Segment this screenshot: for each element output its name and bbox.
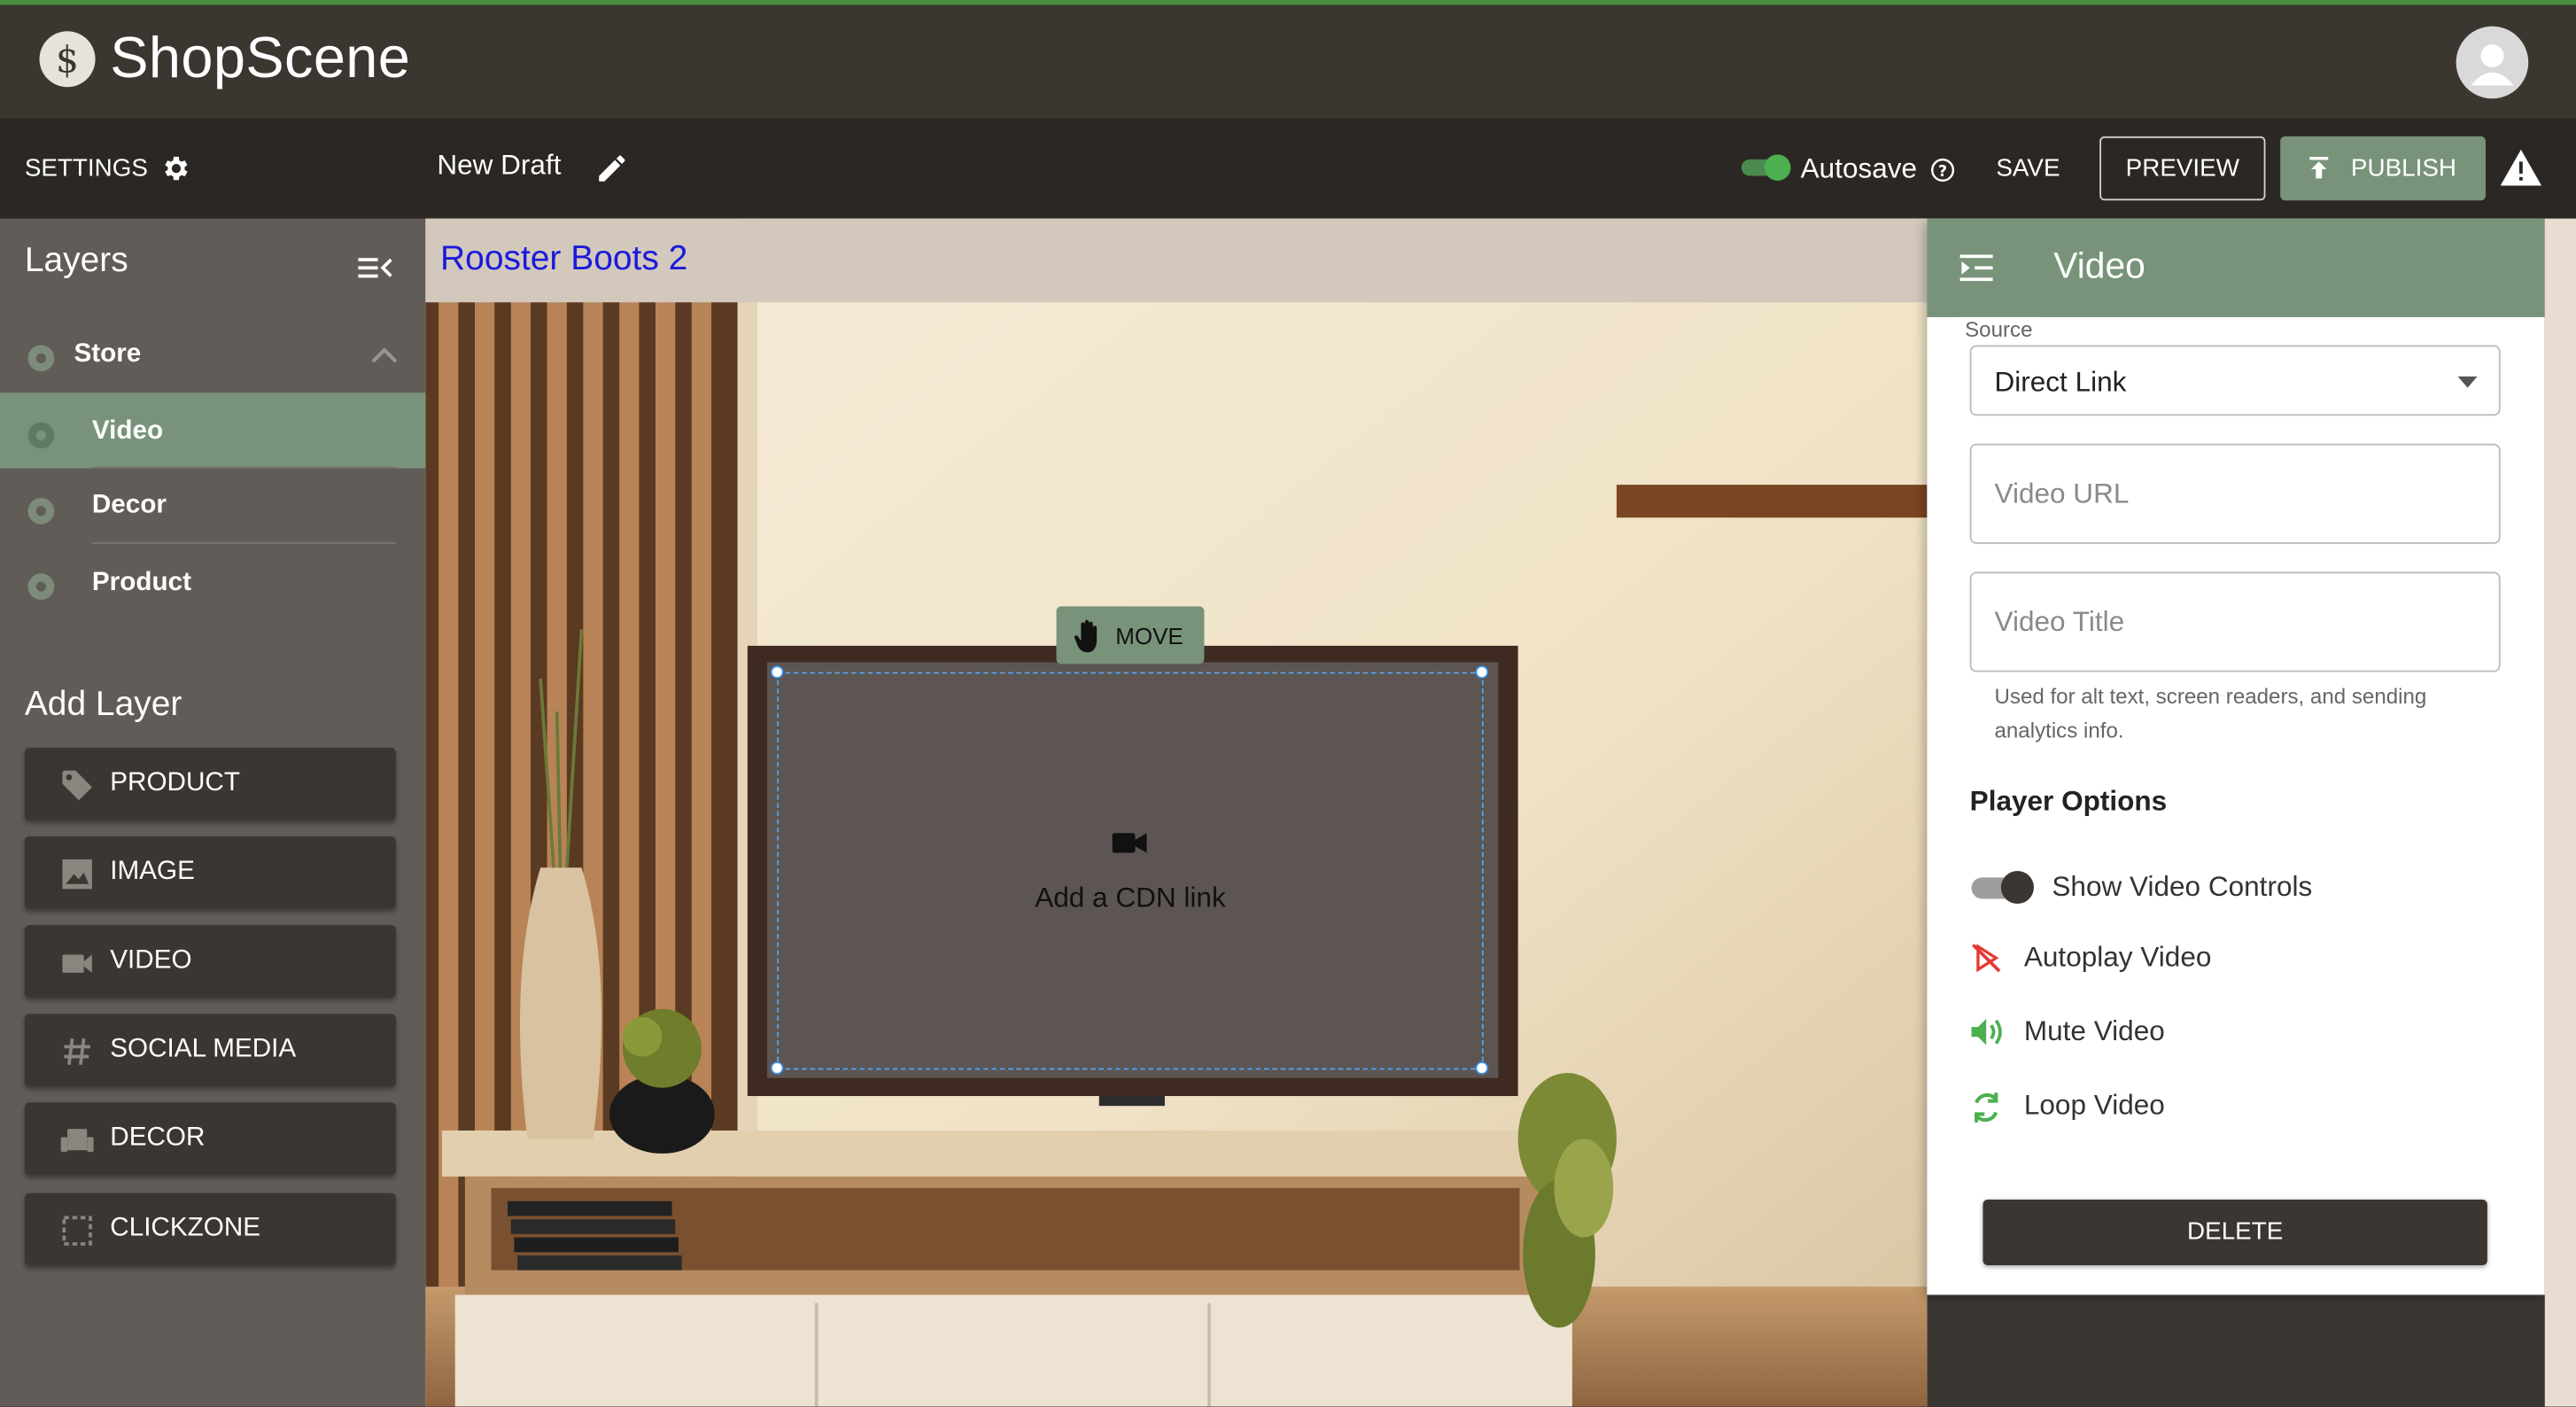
resize-handle-bottom-right[interactable] [1475, 1061, 1489, 1075]
autosave-label: Autosave [1800, 152, 1918, 184]
move-label: MOVE [1115, 622, 1183, 649]
resize-handle-bottom-left[interactable] [770, 1061, 784, 1075]
scrollbar[interactable] [2544, 218, 2576, 1407]
publish-icon [2307, 154, 2332, 181]
autoplay-label: Autoplay Video [2023, 941, 2212, 973]
add-social-media-button[interactable]: SOCIAL MEDIA [24, 1014, 396, 1086]
add-image-button[interactable]: IMAGE [24, 836, 396, 909]
layer-label: Product [91, 568, 191, 597]
resize-handle-top-left[interactable] [770, 665, 784, 679]
loop-label: Loop Video [2023, 1089, 2165, 1121]
panel-menu-icon[interactable] [1959, 253, 1997, 283]
add-button-label: PRODUCT [110, 768, 240, 797]
image-icon [61, 858, 94, 890]
scene-title[interactable]: Rooster Boots 2 [440, 240, 687, 280]
dropdown-arrow-icon [2457, 376, 2478, 388]
brand-name: ShopScene [110, 26, 411, 91]
eye-icon[interactable] [27, 421, 56, 450]
video-element-selection[interactable] [777, 672, 1484, 1070]
layer-label: Video [91, 417, 164, 446]
source-value: Direct Link [1994, 366, 2127, 398]
help-icon[interactable]: ? [1930, 158, 1955, 183]
logo-icon: $ [39, 31, 96, 88]
source-label: Source [1958, 316, 2039, 342]
video-title-input[interactable]: Video Title [1969, 571, 2501, 672]
player-options-title: Player Options [1969, 785, 2168, 817]
save-button[interactable]: SAVE [1996, 154, 2060, 183]
collapse-menu-icon[interactable] [358, 254, 392, 281]
add-decor-button[interactable]: DECOR [24, 1102, 396, 1176]
svg-text:?: ? [1938, 163, 1947, 181]
panel-header [1927, 218, 2545, 317]
hand-icon [1073, 618, 1106, 654]
eye-icon[interactable] [27, 344, 56, 373]
layer-item-product[interactable]: Product [0, 544, 425, 619]
add-video-button[interactable]: VIDEO [24, 925, 396, 998]
panel-title: Video [2053, 245, 2145, 286]
move-handle[interactable]: MOVE [1056, 606, 1205, 665]
add-button-label: SOCIAL MEDIA [110, 1035, 297, 1063]
layer-item-video[interactable]: Video [0, 393, 426, 469]
tag-icon [61, 769, 94, 802]
svg-text:$: $ [56, 39, 79, 82]
source-select[interactable]: Direct Link [1969, 345, 2501, 416]
app-root: $ ShopScene SETTINGS New Draft Autosave … [0, 0, 2576, 1407]
layers-title: Layers [24, 241, 128, 280]
video-url-input[interactable]: Video URL [1969, 443, 2501, 544]
show-controls-toggle[interactable] [1970, 869, 2039, 906]
hashtag-icon [61, 1035, 94, 1068]
publish-button[interactable]: PUBLISH [2280, 136, 2487, 201]
video-title-placeholder: Video Title [1994, 606, 2125, 638]
videocam-icon [1112, 830, 1149, 857]
helper-text: Used for alt text, screen readers, and s… [1994, 683, 2427, 743]
layer-label: Decor [91, 491, 167, 520]
add-button-label: VIDEO [110, 946, 192, 975]
warning-icon[interactable] [2500, 149, 2542, 186]
show-controls-label: Show Video Controls [2052, 870, 2313, 903]
layer-label: Store [74, 339, 142, 369]
layer-item-decor[interactable]: Decor [0, 469, 425, 544]
resize-handle-top-right[interactable] [1475, 665, 1489, 679]
autoplay-off-icon[interactable] [1970, 942, 2003, 975]
settings-button[interactable]: SETTINGS [25, 154, 148, 183]
add-layer-title: Add Layer [24, 685, 182, 724]
add-button-label: CLICKZONE [110, 1214, 261, 1243]
sofa-icon [60, 1124, 94, 1157]
volume-icon[interactable] [1970, 1015, 2006, 1048]
eye-icon[interactable] [27, 571, 56, 601]
pencil-icon[interactable] [594, 152, 629, 186]
delete-button[interactable]: DELETE [1982, 1199, 2487, 1266]
settings-label: SETTINGS [24, 154, 148, 183]
video-placeholder-text: Add a CDN link [1035, 882, 1226, 914]
mute-label: Mute Video [2023, 1015, 2165, 1047]
dashed-square-icon [61, 1215, 94, 1248]
add-clickzone-button[interactable]: CLICKZONE [24, 1193, 396, 1266]
add-button-label: IMAGE [110, 858, 195, 886]
gear-icon[interactable] [159, 152, 190, 183]
loop-icon[interactable] [1970, 1090, 2003, 1126]
avatar[interactable] [2456, 26, 2529, 99]
add-button-label: DECOR [110, 1123, 206, 1153]
publish-label: PUBLISH [2350, 154, 2457, 183]
eye-icon[interactable] [27, 496, 56, 525]
videocam-icon [61, 946, 94, 979]
preview-button[interactable]: PREVIEW [2099, 136, 2266, 201]
draft-name[interactable]: New Draft [437, 150, 561, 183]
video-url-placeholder: Video URL [1994, 478, 2130, 509]
add-product-button[interactable]: PRODUCT [24, 747, 396, 820]
layer-item-store[interactable]: Store [0, 315, 425, 391]
autosave-toggle[interactable] [1740, 154, 1792, 182]
chevron-up-icon[interactable] [371, 346, 398, 363]
